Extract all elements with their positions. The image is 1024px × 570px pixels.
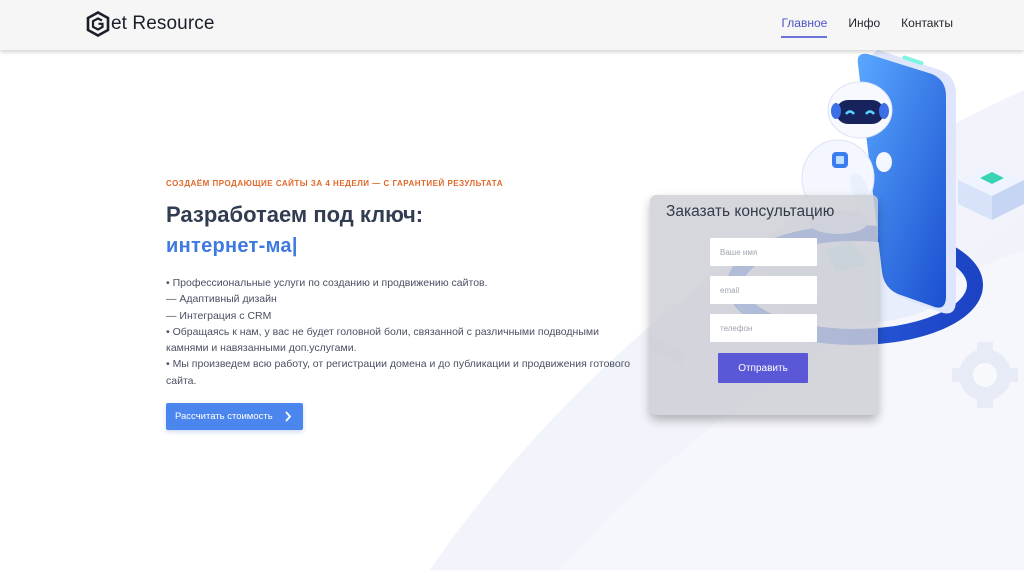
logo-text: et Resource [111,13,215,34]
calculate-cost-button[interactable]: Рассчитать стоимость [166,403,303,430]
submit-button[interactable]: Отправить [718,353,808,383]
gear-graphic [952,342,1018,408]
calculate-cost-label: Рассчитать стоимость [175,411,273,422]
site-header: et Resource Главное Инфо Контакты [0,0,1024,50]
nav-item-info[interactable]: Инфо [848,16,880,38]
consultation-form: Заказать консультацию Отправить [650,195,878,415]
features-list: • Профессиональные услуги по созданию и … [166,275,636,389]
form-title: Заказать консультацию [666,203,835,220]
logo-hexagon-icon [86,11,110,37]
name-input[interactable] [710,238,817,266]
feature-line: • Обращаясь к нам, у вас не будет головн… [166,325,599,355]
feature-line: • Профессиональные услуги по созданию и … [166,277,488,289]
logo[interactable]: et Resource [86,10,215,38]
main-nav: Главное Инфо Контакты [781,16,953,38]
hero-eyebrow: СОЗДАЁМ ПРОДАЮЩИЕ САЙТЫ ЗА 4 НЕДЕЛИ — С … [166,179,503,188]
feature-line: — Интеграция с CRM [166,309,272,322]
email-input[interactable] [710,276,817,304]
feature-line: — Адаптивный дизайн [166,293,277,306]
server-cube-graphic [958,164,1024,220]
hero-typed-text: интернет-ма| [166,235,298,257]
nav-item-contacts[interactable]: Контакты [901,16,953,38]
nav-item-main[interactable]: Главное [781,16,828,38]
chevron-right-icon [285,411,291,422]
feature-line: • Мы произведем всю работу, от регистрац… [166,358,631,387]
hero-title: Разработаем под ключ: [166,202,424,227]
phone-input[interactable] [710,314,817,342]
